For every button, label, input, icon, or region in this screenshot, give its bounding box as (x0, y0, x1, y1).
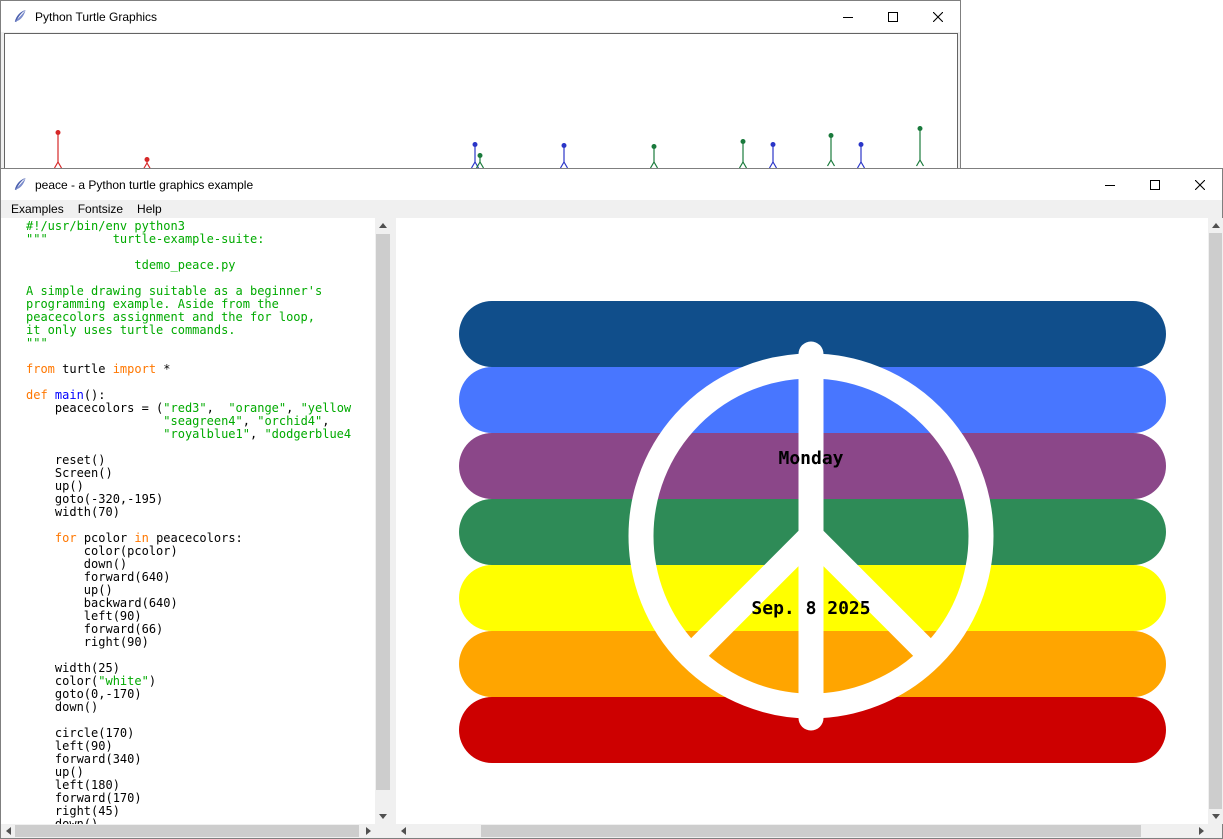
scroll-down-button[interactable] (375, 809, 391, 824)
code-horizontal-scrollbar[interactable] (1, 824, 375, 838)
scroll-up-button[interactable] (1208, 218, 1223, 233)
menu-fontsize[interactable]: Fontsize (71, 201, 130, 218)
code-line: down() (26, 701, 375, 714)
titlebar[interactable]: peace - a Python turtle graphics example (1, 169, 1222, 200)
down-arrow-icon (1212, 814, 1220, 819)
up-arrow-icon (1212, 223, 1220, 228)
scroll-left-button[interactable] (396, 824, 410, 838)
close-button[interactable] (915, 1, 960, 32)
weekday-label: Monday (778, 448, 843, 469)
maximize-button[interactable] (870, 1, 915, 32)
code-text: #!/usr/bin/env python3""" turtle-example… (26, 220, 375, 824)
right-arrow-icon (366, 827, 371, 835)
code-line: """ (26, 337, 375, 350)
scroll-up-button[interactable] (375, 218, 391, 233)
scroll-right-button[interactable] (1194, 824, 1208, 838)
peace-symbol (396, 218, 1208, 824)
window-controls (825, 1, 960, 32)
scrollbar-thumb[interactable] (376, 234, 390, 790)
window-title: peace - a Python turtle graphics example (35, 178, 253, 192)
maximize-button[interactable] (1132, 169, 1177, 200)
menu-help[interactable]: Help (130, 201, 169, 218)
scrollbar-thumb[interactable] (481, 825, 1141, 837)
scroll-left-button[interactable] (1, 824, 15, 838)
minimize-button[interactable] (825, 1, 870, 32)
right-arrow-icon (1199, 827, 1204, 835)
tk-feather-icon (11, 9, 27, 25)
scrollbar-corner (375, 824, 396, 838)
code-vertical-scrollbar[interactable] (375, 218, 391, 824)
code-line: width(70) (26, 506, 375, 519)
code-line: right(90) (26, 636, 375, 649)
menu-bar: Examples Fontsize Help (1, 200, 1222, 219)
canvas-vertical-scrollbar[interactable] (1208, 218, 1223, 824)
code-line: """ turtle-example-suite: (26, 233, 375, 246)
titlebar[interactable]: Python Turtle Graphics (1, 1, 960, 32)
scrollbar-thumb[interactable] (15, 825, 359, 837)
minimize-button[interactable] (1087, 169, 1132, 200)
scrollbar-thumb[interactable] (1209, 233, 1222, 809)
left-arrow-icon (401, 827, 406, 835)
window-controls (1087, 169, 1222, 200)
tk-feather-icon (11, 177, 27, 193)
code-line: it only uses turtle commands. (26, 324, 375, 337)
scroll-right-button[interactable] (361, 824, 375, 838)
code-line: tdemo_peace.py (26, 259, 375, 272)
date-label: Sep. 8 2025 (751, 598, 870, 619)
scroll-down-button[interactable] (1208, 809, 1223, 824)
window-title: Python Turtle Graphics (35, 10, 157, 24)
code-editor[interactable]: #!/usr/bin/env python3""" turtle-example… (1, 218, 375, 824)
drawing-canvas[interactable]: Monday Sep. 8 2025 (396, 218, 1208, 824)
down-arrow-icon (379, 814, 387, 819)
code-line: "royalblue1", "dodgerblue4 (26, 428, 375, 441)
menu-examples[interactable]: Examples (4, 201, 71, 218)
up-arrow-icon (379, 223, 387, 228)
peace-example-window: peace - a Python turtle graphics example… (0, 168, 1223, 839)
close-button[interactable] (1177, 169, 1222, 200)
code-line: from turtle import * (26, 363, 375, 376)
left-arrow-icon (6, 827, 11, 835)
canvas-horizontal-scrollbar[interactable] (396, 824, 1208, 838)
